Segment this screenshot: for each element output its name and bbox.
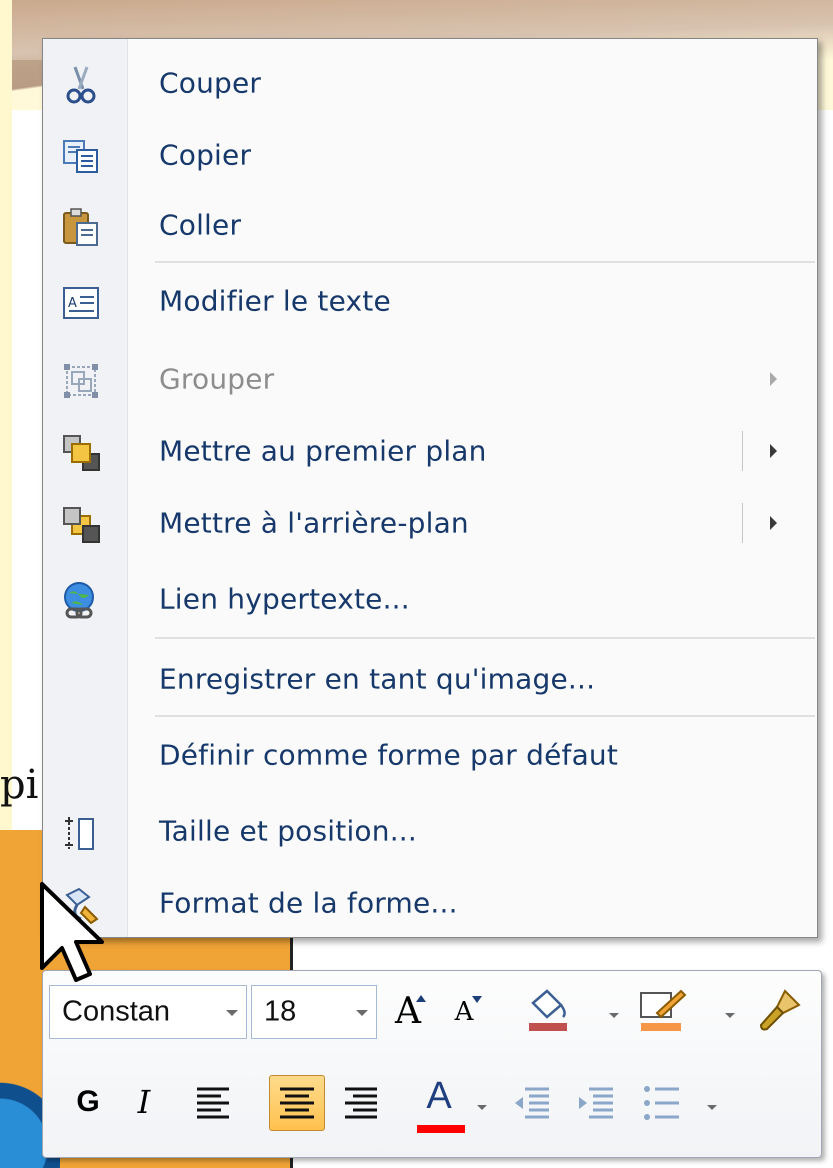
submenu-divider: [742, 503, 743, 543]
line-color-button[interactable]: [637, 985, 687, 1035]
menu-item-label: Lien hypertexte...: [159, 582, 410, 616]
menu-item-edit-text[interactable]: A Modifier le texte: [43, 265, 817, 337]
menu-item-cut[interactable]: Couper: [43, 47, 817, 119]
font-color-label: A: [426, 1075, 452, 1117]
menu-item-label: Modifier le texte: [159, 284, 391, 318]
chevron-down-icon[interactable]: [477, 1105, 487, 1110]
align-left-button[interactable]: [191, 1079, 237, 1129]
menu-item-label: Enregistrer en tant qu'image...: [159, 662, 596, 696]
font-name-value: Constan: [62, 995, 171, 1028]
bullet-list-icon: [644, 1086, 679, 1120]
align-right-icon: [345, 1087, 377, 1119]
hyperlink-icon: [61, 581, 101, 621]
font-size-value: 18: [264, 995, 297, 1028]
bring-to-front-icon: [61, 433, 101, 473]
bold-button[interactable]: G: [65, 1077, 111, 1127]
menu-item-format-shape[interactable]: Format de la forme...: [43, 867, 817, 939]
menu-item-label: Taille et position...: [159, 814, 418, 848]
increase-indent-icon: [579, 1087, 613, 1119]
submenu-divider: [742, 431, 743, 471]
menu-item-label: Copier: [159, 138, 252, 172]
format-painter-button[interactable]: [755, 985, 801, 1035]
align-center-icon: [280, 1087, 314, 1119]
menu-item-label: Format de la forme...: [159, 886, 458, 920]
menu-item-label: Mettre au premier plan: [159, 434, 487, 468]
brush-icon: [759, 989, 801, 1031]
submenu-arrow-icon: [770, 372, 777, 386]
menu-item-label: Coller: [159, 208, 242, 242]
mouse-cursor-icon: [40, 882, 104, 982]
menu-item-label: Couper: [159, 66, 262, 100]
submenu-arrow-icon[interactable]: [770, 444, 777, 458]
decrease-indent-button[interactable]: [509, 1079, 555, 1129]
menu-item-bring-to-front[interactable]: Mettre au premier plan: [43, 415, 817, 487]
menu-separator: [155, 715, 815, 717]
menu-item-label: Mettre à l'arrière-plan: [159, 506, 469, 540]
italic-label: I: [137, 1083, 151, 1121]
menu-item-paste[interactable]: Coller: [43, 189, 817, 261]
menu-item-group[interactable]: Grouper: [43, 343, 817, 415]
align-center-button[interactable]: [269, 1075, 325, 1131]
menu-separator: [155, 261, 815, 263]
menu-item-label: Définir comme forme par défaut: [159, 738, 619, 772]
align-right-button[interactable]: [339, 1079, 385, 1129]
chevron-down-icon[interactable]: [609, 1013, 619, 1018]
font-size-combobox[interactable]: 18: [251, 985, 377, 1039]
decrease-indent-icon: [515, 1087, 549, 1119]
italic-button[interactable]: I: [121, 1077, 167, 1127]
edit-text-icon: A: [61, 283, 101, 323]
increase-indent-button[interactable]: [573, 1079, 619, 1129]
menu-item-size-position[interactable]: Taille et position...: [43, 795, 817, 867]
menu-item-set-default-shape[interactable]: Définir comme forme par défaut: [43, 719, 817, 791]
menu-item-copy[interactable]: Copier: [43, 119, 817, 191]
bullets-button[interactable]: [639, 1079, 685, 1129]
triangle-up-icon: [416, 995, 426, 1002]
menu-item-save-as-image[interactable]: Enregistrer en tant qu'image...: [43, 643, 817, 715]
align-left-icon: [197, 1087, 229, 1119]
bold-label: G: [76, 1085, 100, 1118]
group-icon: [61, 361, 101, 401]
triangle-down-icon: [472, 996, 482, 1003]
shrink-font-button[interactable]: A: [441, 987, 487, 1037]
chevron-down-icon[interactable]: [226, 1010, 238, 1016]
grow-font-button[interactable]: A: [385, 987, 431, 1037]
svg-text:A: A: [68, 296, 77, 311]
fill-color-button[interactable]: [523, 985, 569, 1035]
chevron-down-icon[interactable]: [707, 1105, 717, 1110]
paint-bucket-icon: [529, 989, 567, 1031]
menu-item-send-to-back[interactable]: Mettre à l'arrière-plan: [43, 487, 817, 559]
menu-item-label: Grouper: [159, 362, 275, 396]
menu-item-hyperlink[interactable]: Lien hypertexte...: [43, 563, 817, 635]
copy-icon: [61, 137, 101, 177]
pencil-icon: [640, 989, 687, 1031]
paste-icon: [61, 207, 101, 247]
mini-toolbar: Constan 18 A A G I A: [42, 970, 822, 1158]
submenu-arrow-icon[interactable]: [770, 516, 777, 530]
menu-separator: [155, 637, 815, 639]
chevron-down-icon[interactable]: [356, 1010, 368, 1016]
scissors-icon: [61, 65, 101, 105]
slide-partial-text: pi: [0, 762, 39, 808]
send-to-back-icon: [61, 505, 101, 545]
size-position-icon: [61, 813, 101, 853]
font-color-swatch: [417, 1125, 465, 1133]
chevron-down-icon[interactable]: [725, 1013, 735, 1018]
context-menu: Couper Copier Coller A Modifier le texte…: [42, 38, 818, 938]
font-color-button[interactable]: A: [409, 1071, 469, 1133]
